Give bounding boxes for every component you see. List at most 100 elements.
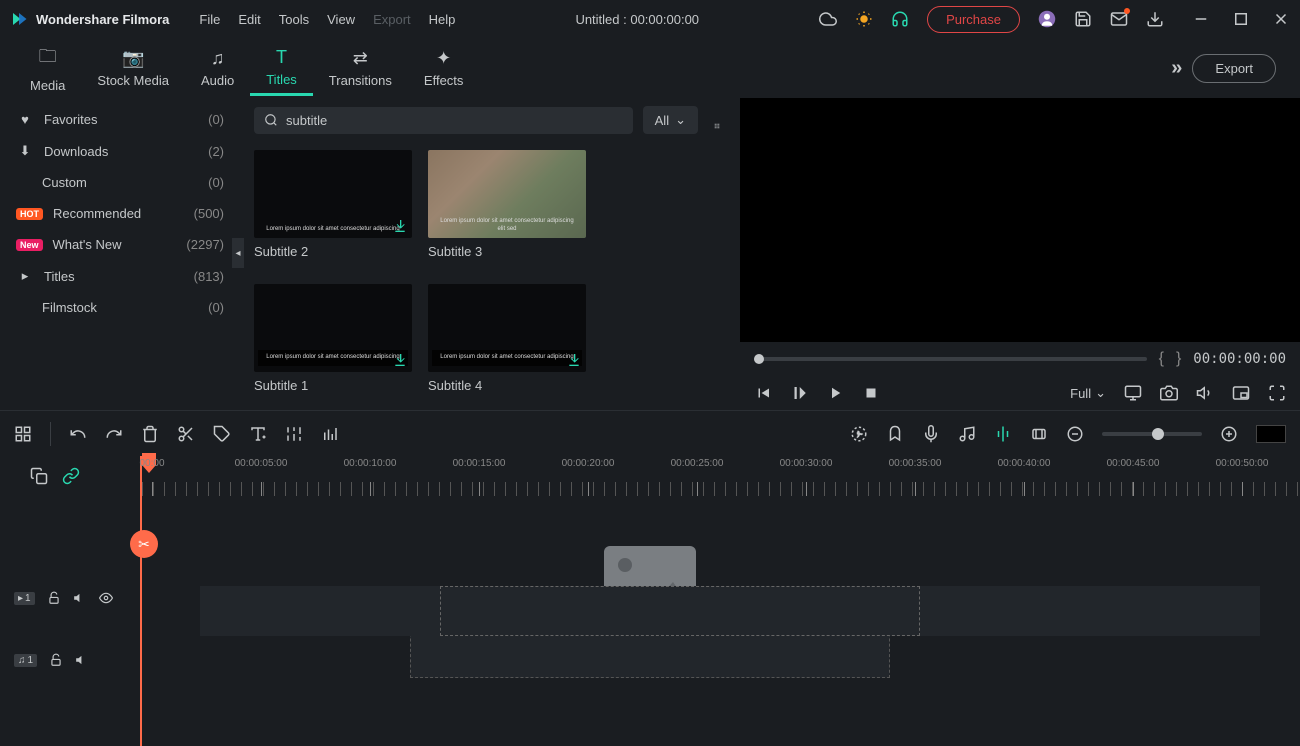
sidebar-item-downloads[interactable]: ⬇ Downloads (2) [0, 135, 240, 167]
chevron-down-icon: ⌄ [1095, 385, 1106, 401]
preview-timecode: 00:00:00:00 [1193, 351, 1286, 367]
sidebar-item-recommended[interactable]: HOT Recommended (500) [0, 198, 240, 229]
media-tabs: 🗀Media 📷Stock Media ♫Audio TTitles ⇄Tran… [0, 38, 1300, 98]
headphones-icon[interactable] [891, 10, 909, 28]
preview-quality-dropdown[interactable]: Full⌄ [1070, 385, 1106, 401]
eye-icon[interactable] [99, 591, 113, 605]
add-text-icon[interactable] [249, 425, 267, 443]
app-name: Wondershare Filmora [36, 12, 169, 27]
timeline-body[interactable]: ✂ ▸1 ♫1 Drag and drop media and effects … [0, 496, 1300, 746]
search-icon [264, 113, 278, 127]
prev-frame-icon[interactable] [754, 384, 772, 402]
time-tick: 00:00:15:00 [453, 458, 506, 469]
lock-icon[interactable] [47, 591, 61, 605]
sidebar-item-favorites[interactable]: ♥ Favorites (0) [0, 104, 240, 135]
tab-transitions[interactable]: ⇄Transitions [313, 48, 408, 88]
volume-icon[interactable] [1196, 384, 1214, 402]
play-icon[interactable] [826, 384, 844, 402]
timeline-preview-box[interactable] [1256, 425, 1286, 443]
zoom-out-icon[interactable] [1066, 425, 1084, 443]
display-icon[interactable] [1124, 384, 1142, 402]
sidebar-item-whatsnew[interactable]: New What's New (2297) [0, 229, 240, 260]
menu-help[interactable]: Help [429, 12, 456, 27]
search-box[interactable] [254, 107, 633, 134]
drop-zone-dashed[interactable] [440, 586, 920, 636]
minimize-icon[interactable] [1192, 10, 1210, 28]
filter-dropdown[interactable]: All ⌄ [643, 106, 698, 134]
sidebar-item-filmstock[interactable]: Filmstock (0) [0, 292, 240, 323]
menu-edit[interactable]: Edit [238, 12, 260, 27]
template-subtitle-3[interactable]: Lorem ipsum dolor sit amet consectetur a… [428, 150, 586, 268]
mic-icon[interactable] [922, 425, 940, 443]
stop-icon[interactable] [862, 384, 880, 402]
lock-icon[interactable] [49, 653, 63, 667]
fullscreen-icon[interactable] [1268, 384, 1286, 402]
export-button[interactable]: Export [1192, 54, 1276, 83]
volume-icon[interactable] [73, 591, 87, 605]
expand-tabs-icon[interactable]: » [1171, 57, 1182, 80]
time-tick: 00:00:20:00 [562, 458, 615, 469]
template-subtitle-4[interactable]: Lorem ipsum dolor sit amet consectetur a… [428, 284, 586, 402]
mark-out-icon[interactable]: } [1176, 350, 1181, 368]
pip-icon[interactable] [1232, 384, 1250, 402]
duplicate-icon[interactable] [30, 467, 48, 485]
play-pause-icon[interactable] [790, 384, 808, 402]
content-panel: ◂ All ⌄ Lorem ipsum dolor sit amet conse… [240, 98, 740, 410]
volume-icon[interactable] [75, 653, 89, 667]
mark-in-icon[interactable]: { [1159, 350, 1164, 368]
scissors-playhead-icon[interactable]: ✂ [130, 530, 158, 558]
marker-icon[interactable] [886, 425, 904, 443]
menu-tools[interactable]: Tools [279, 12, 309, 27]
cut-icon[interactable] [177, 425, 195, 443]
adjust-icon[interactable] [285, 425, 303, 443]
avatar-icon[interactable] [1038, 10, 1056, 28]
crop-icon[interactable] [1030, 425, 1048, 443]
chevron-down-icon: ⌄ [675, 112, 686, 128]
save-icon[interactable] [1074, 10, 1092, 28]
tab-titles[interactable]: TTitles [250, 47, 313, 96]
download-template-icon [392, 352, 408, 368]
grid-view-icon[interactable] [708, 111, 726, 129]
link-icon[interactable] [62, 467, 80, 485]
zoom-in-icon[interactable] [1220, 425, 1238, 443]
preview-panel: { } 00:00:00:00 Full⌄ [740, 98, 1300, 410]
tab-media[interactable]: 🗀Media [14, 44, 81, 93]
timeline-ruler[interactable]: 00:0000:00:05:0000:00:10:0000:00:15:0000… [0, 456, 1300, 496]
delete-icon[interactable] [141, 425, 159, 443]
transitions-icon: ⇄ [353, 48, 368, 69]
tab-audio[interactable]: ♫Audio [185, 48, 250, 88]
template-subtitle-1[interactable]: Lorem ipsum dolor sit amet consectetur a… [254, 284, 412, 402]
sidebar-item-titles[interactable]: ▸ Titles (813) [0, 260, 240, 292]
cloud-icon[interactable] [819, 10, 837, 28]
tab-effects[interactable]: ✦Effects [408, 48, 480, 88]
preview-video[interactable] [740, 98, 1300, 342]
template-subtitle-2[interactable]: Lorem ipsum dolor sit amet consectetur a… [254, 150, 412, 268]
layout-icon[interactable] [14, 425, 32, 443]
audio-mixer-icon[interactable] [958, 425, 976, 443]
mail-icon[interactable] [1110, 10, 1128, 28]
redo-icon[interactable] [105, 425, 123, 443]
split-icon[interactable] [994, 425, 1012, 443]
snapshot-icon[interactable] [1160, 384, 1178, 402]
sidebar-item-custom[interactable]: Custom (0) [0, 167, 240, 198]
tab-stock-media[interactable]: 📷Stock Media [81, 48, 185, 88]
maximize-icon[interactable] [1232, 10, 1250, 28]
main-menu: File Edit Tools View Export Help [199, 12, 455, 27]
render-icon[interactable] [850, 425, 868, 443]
preview-progress-bar[interactable] [754, 357, 1147, 361]
purchase-button[interactable]: Purchase [927, 6, 1020, 33]
menu-view[interactable]: View [327, 12, 355, 27]
zoom-slider[interactable] [1102, 432, 1202, 436]
idea-icon[interactable] [855, 10, 873, 28]
download-icon[interactable] [1146, 10, 1164, 28]
search-input[interactable] [286, 113, 623, 128]
close-icon[interactable] [1272, 10, 1290, 28]
collapse-sidebar-icon[interactable]: ◂ [232, 238, 244, 268]
text-icon: T [276, 47, 287, 68]
music-note-icon: ♫ [211, 48, 225, 69]
time-tick: 00:00:25:00 [671, 458, 724, 469]
undo-icon[interactable] [69, 425, 87, 443]
tag-icon[interactable] [213, 425, 231, 443]
equalizer-icon[interactable] [321, 425, 339, 443]
menu-file[interactable]: File [199, 12, 220, 27]
